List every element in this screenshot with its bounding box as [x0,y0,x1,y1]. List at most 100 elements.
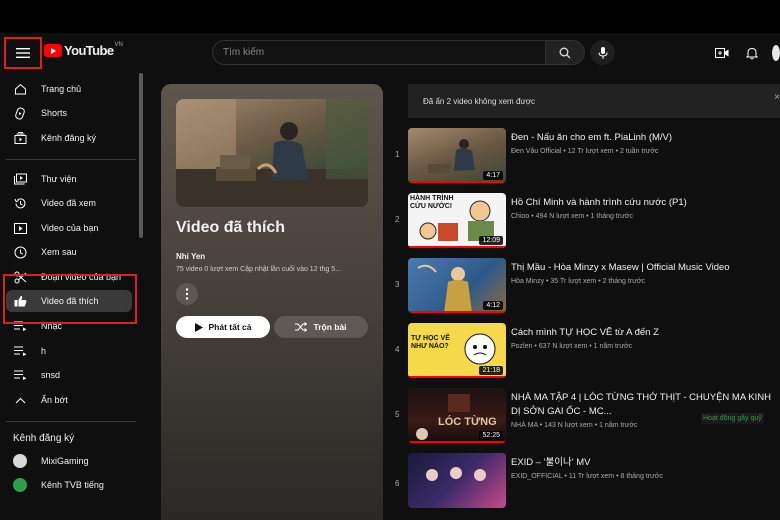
sidebar-item-playlist-h[interactable]: h [6,340,132,362]
your-videos-icon [13,221,27,235]
playlist-header-panel: Video đã thích Nhi Yen 75 video 0 lượt x… [161,84,383,520]
video-meta: Chioo • 494 N lượt xem • 1 tháng trước [511,213,633,220]
playlist-video-row[interactable]: 4 TỰ HỌC VẼ NHƯ NÀO? 21:18 Cách mình TỰ … [390,323,780,381]
history-icon [13,196,27,210]
fundraiser-badge: Hoạt động gây quỹ [701,413,764,424]
watch-progress-bar [408,376,506,378]
video-thumbnail[interactable]: HÀNH TRÌNH CỨU NƯỚC! 12:09 [408,193,506,248]
sidebar-item-label: Ẩn bớt [41,395,68,405]
video-thumbnail[interactable]: 4:12 [408,258,506,313]
sidebar-scrollbar[interactable] [139,73,143,238]
voice-search-button[interactable] [590,40,615,65]
video-meta: Đen Vâu Official • 12 Tr lượt xem • 2 tu… [511,148,659,155]
search-icon [559,47,571,58]
shuffle-button[interactable]: Trộn bài [274,316,368,338]
sidebar-item-label: Trang chủ [41,84,82,94]
sidebar-item-subscriptions[interactable]: Kênh đăng ký [6,127,132,149]
video-thumbnail[interactable]: LÓC TỪNG 52:25 [408,388,506,443]
home-icon [13,82,27,96]
search-input[interactable]: Tìm kiếm [212,40,546,65]
youtube-logo[interactable]: YouTube VN [44,41,123,58]
top-bezel [0,0,780,33]
video-meta: Hòa Minzy • 35 Tr lượt xem • 2 tháng trư… [511,278,645,285]
sidebar-divider [6,421,136,422]
video-title[interactable]: EXID – '불이나' MV [511,456,771,470]
notifications-button[interactable] [744,45,760,61]
sidebar-item-label: Xem sau [41,247,77,257]
watch-progress-bar [408,441,506,443]
sidebar-item-playlist-snsd[interactable]: snsd [6,364,132,386]
sidebar-item-label: Video đã xem [41,198,96,208]
playlist-video-row[interactable]: 3 4:12 Thị Mầu - Hòa Minzy x Masew | Off… [390,258,780,316]
youtube-play-icon [44,44,62,57]
sidebar-divider [6,159,136,160]
sidebar-item-label: snsd [41,370,61,380]
library-icon [13,172,27,186]
video-meta: Pozlen • 637 N lượt xem • 1 năm trước [511,343,633,350]
video-index: 2 [395,215,400,224]
search-placeholder: Tìm kiếm [223,47,265,58]
video-duration: 12:09 [479,236,503,245]
sidebar-channel-mixigaming[interactable]: MixiGaming [6,450,132,472]
playlist-video-row[interactable]: 2 HÀNH TRÌNH CỨU NƯỚC! 12:09 Hồ Chí Minh… [390,193,780,251]
create-video-icon [715,48,729,58]
sidebar-item-your-videos[interactable]: Video của bạn [6,217,132,239]
video-title[interactable]: Cách mình TỰ HỌC VẼ từ A đến Z [511,326,771,340]
shuffle-label: Trộn bài [313,322,347,332]
create-button[interactable] [714,45,730,61]
search-button[interactable] [545,40,585,65]
watch-progress-bar [408,311,506,313]
channel-avatar [13,454,27,468]
more-actions-button[interactable] [176,283,198,305]
hamburger-icon [16,48,30,58]
playlist-thumbnail[interactable] [176,99,368,207]
video-index: 5 [395,410,400,419]
sidebar-channel-tvb[interactable]: Kênh TVB tiếng [6,474,132,496]
play-all-label: Phát tất cả [208,322,252,332]
logo-text: YouTube [64,43,114,58]
clock-icon [13,245,27,259]
sidebar-item-show-less[interactable]: Ẩn bớt [6,389,132,411]
video-index: 3 [395,280,400,289]
close-icon[interactable]: × [774,92,780,103]
playlist-owner[interactable]: Nhi Yen [176,252,205,261]
video-thumbnail[interactable]: TỰ HỌC VẼ NHƯ NÀO? 21:18 [408,323,506,378]
more-vert-icon [185,288,189,300]
sidebar-item-label: h [41,346,47,356]
video-thumbnail[interactable] [408,453,506,508]
video-index: 1 [395,150,400,159]
video-title[interactable]: Đen - Nấu ăn cho em ft. PiaLinh (M/V) [511,131,771,145]
country-code: VN [114,41,123,48]
play-all-button[interactable]: Phát tất cả [176,316,270,338]
video-duration: 4:12 [483,301,503,310]
sidebar-item-label: Kênh đăng ký [41,133,97,143]
annotation-highlight-box [3,274,137,324]
video-thumbnail[interactable]: 4:17 [408,128,506,183]
menu-button[interactable] [4,37,42,69]
playlist-icon [13,344,27,358]
account-avatar[interactable] [772,45,780,61]
bell-icon [746,47,758,59]
playlist-meta: 75 video 0 lượt xem Cập nhật lần cuối và… [176,266,341,273]
video-meta: NHÀ MA • 143 N lượt xem • 1 năm trước [511,422,638,429]
video-title[interactable]: Hồ Chí Minh và hành trình cứu nước (P1) [511,196,771,210]
playlist-video-row[interactable]: 1 4:17 Đen - Nấu ăn cho em ft. PiaLinh (… [390,128,780,186]
sidebar-item-label: Video của bạn [41,223,99,233]
sidebar-item-history[interactable]: Video đã xem [6,192,132,214]
sidebar-item-label: Shorts [41,108,68,118]
sidebar-item-home[interactable]: Trang chủ [6,78,132,100]
sidebar-item-watch-later[interactable]: Xem sau [6,241,132,263]
playlist-video-row[interactable]: 6 EXID – '불이나' MV EXID_OFFICIAL • 11 Tr … [390,453,780,511]
shuffle-icon [295,322,308,332]
thumbnail-art [426,467,486,481]
masthead: YouTube VN Tìm kiếm [0,33,780,73]
channel-avatar [13,478,27,492]
sidebar-item-label: MixiGaming [41,456,89,466]
video-title[interactable]: Thị Mầu - Hòa Minzy x Masew | Official M… [511,261,771,275]
video-index: 4 [395,345,400,354]
playlist-title: Video đã thích [176,219,286,236]
thumbnail-art [176,99,368,207]
sidebar-item-label: Thư viện [41,174,77,184]
sidebar-item-library[interactable]: Thư viện [6,168,132,190]
sidebar-item-shorts[interactable]: Shorts [6,102,132,124]
